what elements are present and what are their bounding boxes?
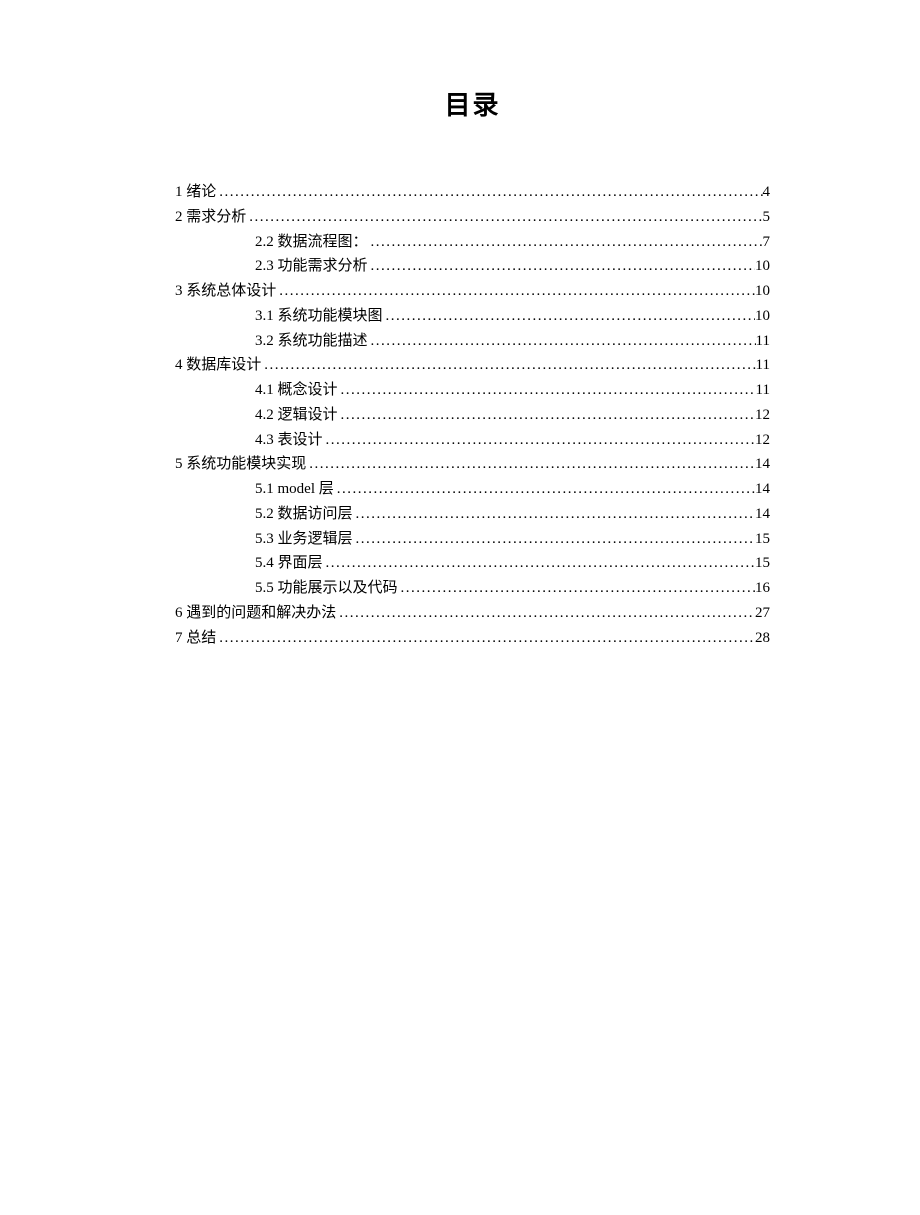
toc-entry: 4.3 表设计 12: [175, 428, 770, 453]
toc-entry: 2.3 功能需求分析 10: [175, 254, 770, 279]
toc-dot-leader: [368, 329, 756, 354]
toc-entry: 2 需求分析 5: [175, 205, 770, 230]
toc-entry: 2.2 数据流程图： 7: [175, 230, 770, 255]
toc-entry: 5.4 界面层 15: [175, 551, 770, 576]
toc-dot-leader: [336, 601, 755, 626]
toc-dot-leader: [216, 626, 755, 651]
toc-entry: 7 总结 28: [175, 626, 770, 651]
toc-entry-label: 5.2 数据访问层: [255, 502, 353, 527]
toc-entry-page: 14: [755, 452, 770, 477]
toc-entry-page: 14: [755, 502, 770, 527]
toc-entry-label: 4.1 概念设计: [255, 378, 338, 403]
toc-entry-label: 4.3 表设计: [255, 428, 323, 453]
toc-entry: 4 数据库设计 11: [175, 353, 770, 378]
toc-entry: 5.1 model 层 14: [175, 477, 770, 502]
toc-entry-label: 2 需求分析: [175, 205, 246, 230]
toc-entry-page: 27: [755, 601, 770, 626]
toc-dot-leader: [306, 452, 755, 477]
toc-dot-leader: [323, 428, 755, 453]
toc-entry-page: 16: [755, 576, 770, 601]
toc-entry-page: 12: [755, 403, 770, 428]
toc-entry-page: 14: [755, 477, 770, 502]
toc-entry-label: 4 数据库设计: [175, 353, 261, 378]
toc-entry-page: 12: [755, 428, 770, 453]
toc-dot-leader: [353, 502, 755, 527]
toc-dot-leader: [261, 353, 755, 378]
toc-entry-page: 4: [763, 180, 771, 205]
table-of-contents: 1 绪论42 需求分析52.2 数据流程图：72.3 功能需求分析103 系统总…: [175, 180, 770, 650]
toc-entry-label: 5.1 model 层: [255, 477, 334, 502]
toc-entry: 5.3 业务逻辑层 15: [175, 527, 770, 552]
toc-entry: 3.2 系统功能描述 11: [175, 329, 770, 354]
toc-dot-leader: [398, 576, 755, 601]
toc-entry-page: 15: [755, 551, 770, 576]
toc-entry-page: 7: [763, 230, 771, 255]
toc-entry-page: 28: [755, 626, 770, 651]
toc-entry: 5 系统功能模块实现 14: [175, 452, 770, 477]
toc-entry: 4.1 概念设计 11: [175, 378, 770, 403]
toc-dot-leader: [383, 304, 755, 329]
toc-entry-label: 2.2 数据流程图：: [255, 230, 368, 255]
toc-entry: 6 遇到的问题和解决办法 27: [175, 601, 770, 626]
toc-entry-label: 5.3 业务逻辑层: [255, 527, 353, 552]
toc-entry-page: 11: [756, 378, 770, 403]
toc-dot-leader: [338, 378, 756, 403]
toc-entry-page: 11: [756, 329, 770, 354]
toc-entry-label: 3 系统总体设计: [175, 279, 276, 304]
toc-entry-page: 10: [755, 279, 770, 304]
toc-dot-leader: [323, 551, 755, 576]
toc-entry-page: 10: [755, 304, 770, 329]
toc-entry: 4.2 逻辑设计 12: [175, 403, 770, 428]
toc-entry-label: 2.3 功能需求分析: [255, 254, 368, 279]
toc-title: 目录: [175, 85, 770, 122]
toc-entry-label: 5 系统功能模块实现: [175, 452, 306, 477]
toc-entry: 5.2 数据访问层 14: [175, 502, 770, 527]
toc-entry-label: 4.2 逻辑设计: [255, 403, 338, 428]
toc-dot-leader: [334, 477, 755, 502]
toc-dot-leader: [246, 205, 762, 230]
toc-entry-label: 5.5 功能展示以及代码: [255, 576, 398, 601]
toc-entry-label: 1 绪论: [175, 180, 216, 205]
toc-entry: 3 系统总体设计 10: [175, 279, 770, 304]
document-page: 目录 1 绪论42 需求分析52.2 数据流程图：72.3 功能需求分析103 …: [0, 0, 920, 650]
toc-dot-leader: [368, 254, 755, 279]
toc-dot-leader: [338, 403, 755, 428]
toc-entry: 1 绪论 4: [175, 180, 770, 205]
toc-entry: 3.1 系统功能模块图 10: [175, 304, 770, 329]
toc-entry-label: 6 遇到的问题和解决办法: [175, 601, 336, 626]
toc-entry-page: 11: [756, 353, 770, 378]
toc-entry-label: 7 总结: [175, 626, 216, 651]
toc-dot-leader: [216, 180, 762, 205]
toc-entry-page: 10: [755, 254, 770, 279]
toc-entry-label: 5.4 界面层: [255, 551, 323, 576]
toc-entry-label: 3.2 系统功能描述: [255, 329, 368, 354]
toc-dot-leader: [276, 279, 755, 304]
toc-entry-page: 15: [755, 527, 770, 552]
toc-dot-leader: [353, 527, 755, 552]
toc-entry-label: 3.1 系统功能模块图: [255, 304, 383, 329]
toc-entry: 5.5 功能展示以及代码 16: [175, 576, 770, 601]
toc-entry-page: 5: [763, 205, 771, 230]
toc-dot-leader: [368, 230, 763, 255]
